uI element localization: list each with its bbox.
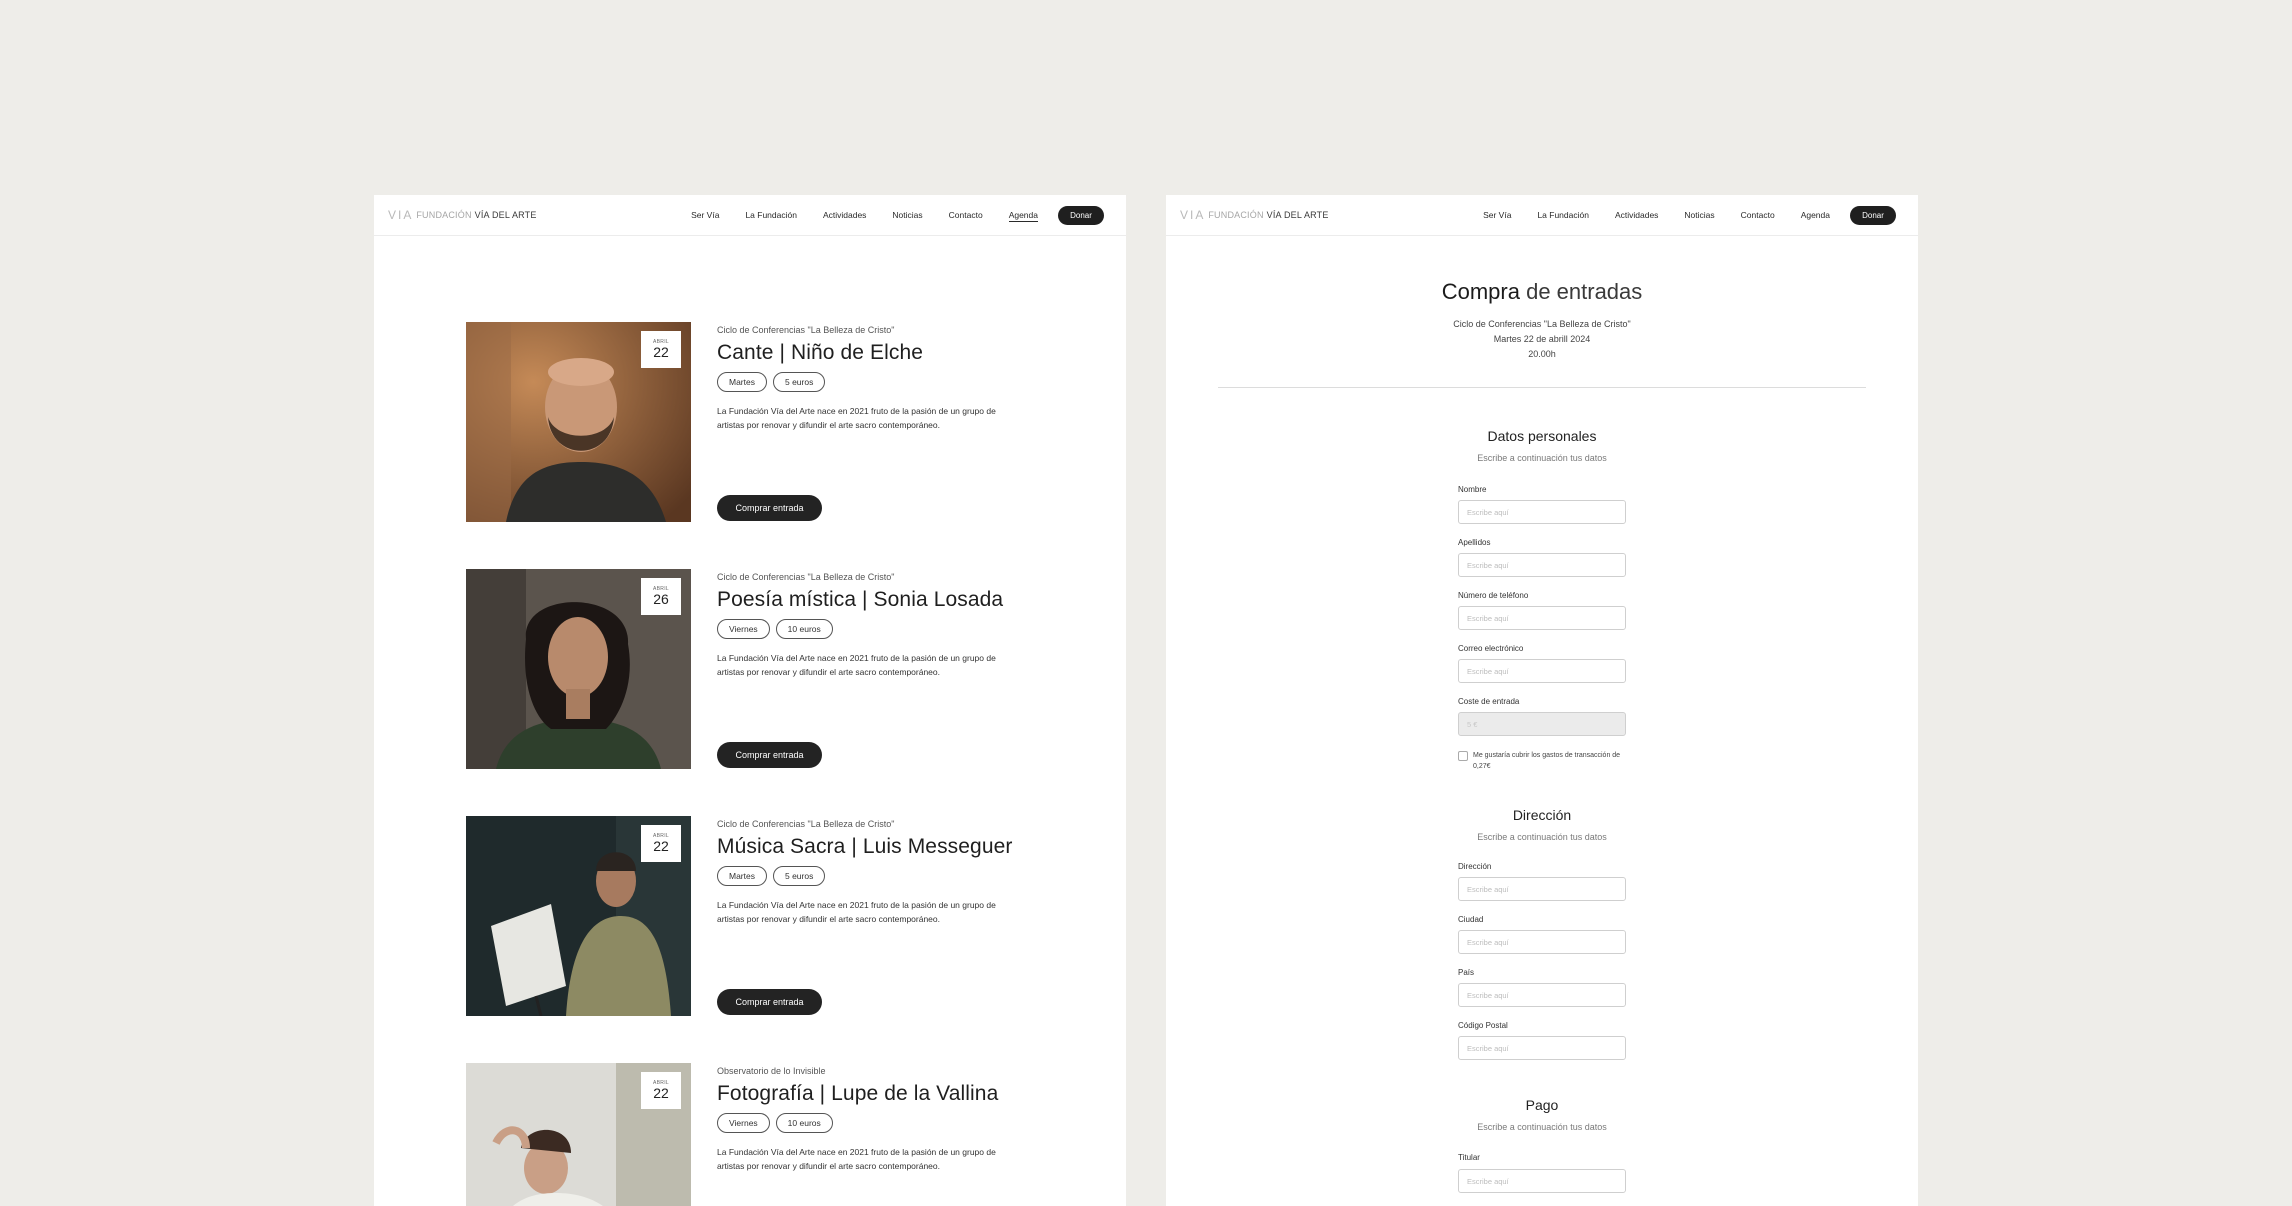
label-pais: País bbox=[1458, 968, 1475, 977]
label-direccion: Dirección bbox=[1458, 862, 1492, 871]
divider bbox=[1218, 387, 1866, 388]
buy-ticket-button[interactable]: Comprar entrada bbox=[717, 495, 822, 521]
event-series: Observatorio de lo Invisible bbox=[717, 1066, 826, 1076]
logo-mark: VIA bbox=[1180, 208, 1206, 222]
date-badge: ABRIL 22 bbox=[641, 1072, 681, 1109]
input-titular[interactable]: Escribe aquí bbox=[1458, 1169, 1626, 1193]
ticket-purchase-page: VIA FUNDACIÓN VÍA DEL ARTE Ser Vía La Fu… bbox=[1166, 195, 1918, 1206]
date-badge: ABRIL 22 bbox=[641, 331, 681, 368]
nav-links: Ser Vía La Fundación Actividades Noticia… bbox=[665, 210, 1038, 222]
nav-noticias[interactable]: Noticias bbox=[892, 210, 922, 222]
navbar: VIA FUNDACIÓN VÍA DEL ARTE Ser Vía La Fu… bbox=[374, 195, 1126, 236]
label-telefono: Número de teléfono bbox=[1458, 591, 1529, 600]
event-series: Ciclo de Conferencias "La Belleza de Cri… bbox=[1453, 319, 1631, 329]
input-correo[interactable]: Escribe aquí bbox=[1458, 659, 1626, 683]
tag-price: 10 euros bbox=[775, 1113, 833, 1133]
input-ciudad[interactable]: Escribe aquí bbox=[1458, 930, 1626, 954]
event-description: La Fundación Vía del Arte nace en 2021 f… bbox=[717, 1147, 996, 1171]
input-telefono[interactable]: Escribe aquí bbox=[1458, 606, 1626, 630]
event-title[interactable]: Fotografía | Lupe de la Vallina bbox=[717, 1082, 1057, 1106]
event-card: ABRIL 22 Observatorio de lo Invisible Fo… bbox=[466, 1063, 1066, 1206]
buy-ticket-button[interactable]: Comprar entrada bbox=[717, 989, 822, 1015]
date-badge: ABRIL 22 bbox=[641, 825, 681, 862]
label-codigo-postal: Código Postal bbox=[1458, 1021, 1508, 1030]
date-day: 22 bbox=[653, 1085, 669, 1101]
logo-mark: VIA bbox=[388, 208, 414, 222]
tag-price: 5 euros bbox=[772, 866, 826, 886]
logo[interactable]: VIA FUNDACIÓN VÍA DEL ARTE bbox=[388, 208, 537, 222]
date-day: 22 bbox=[653, 838, 669, 854]
event-card: ABRIL 22 Ciclo de Conferencias "La Belle… bbox=[466, 322, 1066, 522]
input-direccion[interactable]: Escribe aquí bbox=[1458, 877, 1626, 901]
tag-price: 5 euros bbox=[772, 372, 826, 392]
nav-agenda[interactable]: Agenda bbox=[1008, 210, 1038, 222]
tag-day: Martes bbox=[717, 866, 767, 886]
nav-links: Ser Vía La Fundación Actividades Noticia… bbox=[1457, 210, 1830, 220]
tag-day: Viernes bbox=[717, 619, 770, 639]
logo[interactable]: VIA FUNDACIÓN VÍA DEL ARTE bbox=[1180, 208, 1329, 222]
event-title[interactable]: Música Sacra | Luis Messeguer bbox=[717, 835, 1057, 859]
event-description: La Fundación Vía del Arte nace en 2021 f… bbox=[717, 406, 996, 430]
event-description: La Fundación Vía del Arte nace en 2021 f… bbox=[717, 653, 996, 677]
date-day: 22 bbox=[653, 344, 669, 360]
nav-agenda[interactable]: Agenda bbox=[1801, 210, 1830, 220]
nav-contacto[interactable]: Contacto bbox=[949, 210, 983, 222]
logo-name: VÍA DEL ARTE bbox=[1266, 210, 1329, 220]
input-nombre[interactable]: Escribe aquí bbox=[1458, 500, 1626, 524]
tag-price: 10 euros bbox=[775, 619, 833, 639]
label-correo: Correo electrónico bbox=[1458, 644, 1524, 653]
input-pais[interactable]: Escribe aquí bbox=[1458, 983, 1626, 1007]
event-summary: Ciclo de Conferencias "La Belleza de Cri… bbox=[1166, 317, 1918, 362]
logo-name: VÍA DEL ARTE bbox=[474, 210, 537, 220]
nav-actividades[interactable]: Actividades bbox=[1615, 210, 1658, 220]
title-bold: Compra bbox=[1441, 279, 1520, 304]
section-subtitle-address: Escribe a continuación tus datos bbox=[1477, 832, 1607, 842]
event-card: ABRIL 26 Ciclo de Conferencias "La Belle… bbox=[466, 569, 1066, 769]
logo-fundacion: FUNDACIÓN bbox=[1208, 210, 1264, 220]
event-description: La Fundación Vía del Arte nace en 2021 f… bbox=[717, 900, 996, 924]
transaction-fee-checkbox[interactable] bbox=[1458, 751, 1468, 761]
nav-la-fundacion[interactable]: La Fundación bbox=[745, 210, 797, 222]
event-title[interactable]: Cante | Niño de Elche bbox=[717, 341, 1057, 365]
input-apellidos[interactable]: Escribe aquí bbox=[1458, 553, 1626, 577]
event-series: Ciclo de Conferencias "La Belleza de Cri… bbox=[717, 572, 895, 582]
event-date: Martes 22 de abrill 2024 bbox=[1493, 334, 1591, 344]
event-time: 20.00h bbox=[1528, 349, 1556, 359]
navbar: VIA FUNDACIÓN VÍA DEL ARTE Ser Vía La Fu… bbox=[1166, 195, 1918, 236]
section-title-payment: Pago bbox=[1525, 1097, 1559, 1113]
date-badge: ABRIL 26 bbox=[641, 578, 681, 615]
tag-day: Viernes bbox=[717, 1113, 770, 1133]
buy-ticket-button[interactable]: Comprar entrada bbox=[717, 742, 822, 768]
input-coste: 5 € bbox=[1458, 712, 1626, 736]
donate-button[interactable]: Donar bbox=[1058, 206, 1104, 225]
nav-actividades[interactable]: Actividades bbox=[823, 210, 866, 222]
event-title[interactable]: Poesía mística | Sonia Losada bbox=[717, 588, 1057, 612]
logo-fundacion: FUNDACIÓN bbox=[416, 210, 472, 220]
event-series: Ciclo de Conferencias "La Belleza de Cri… bbox=[717, 819, 895, 829]
label-apellidos: Apellidos bbox=[1458, 538, 1491, 547]
agenda-page: VIA FUNDACIÓN VÍA DEL ARTE Ser Vía La Fu… bbox=[374, 195, 1126, 1206]
nav-noticias[interactable]: Noticias bbox=[1684, 210, 1714, 220]
section-title-personal: Datos personales bbox=[1487, 428, 1597, 444]
label-titular: Titular bbox=[1458, 1153, 1480, 1162]
event-card: ABRIL 22 Ciclo de Conferencias "La Belle… bbox=[466, 816, 1066, 1016]
nav-ser-via[interactable]: Ser Vía bbox=[691, 210, 719, 222]
transaction-fee-label: Me gustaría cubrir los gastos de transac… bbox=[1473, 752, 1621, 770]
event-series: Ciclo de Conferencias "La Belleza de Cri… bbox=[717, 325, 895, 335]
donate-button[interactable]: Donar bbox=[1850, 206, 1896, 225]
nav-la-fundacion[interactable]: La Fundación bbox=[1537, 210, 1589, 220]
input-codigo-postal[interactable]: Escribe aquí bbox=[1458, 1036, 1626, 1060]
tag-day: Martes bbox=[717, 372, 767, 392]
date-day: 26 bbox=[653, 591, 669, 607]
nav-contacto[interactable]: Contacto bbox=[1741, 210, 1775, 220]
title-light: de entradas bbox=[1526, 279, 1643, 304]
label-ciudad: Ciudad bbox=[1458, 915, 1484, 924]
label-nombre: Nombre bbox=[1458, 485, 1487, 494]
section-subtitle-personal: Escribe a continuación tus datos bbox=[1477, 453, 1607, 463]
section-title-address: Dirección bbox=[1512, 807, 1572, 823]
label-coste: Coste de entrada bbox=[1458, 697, 1520, 706]
nav-ser-via[interactable]: Ser Vía bbox=[1483, 210, 1511, 220]
section-subtitle-payment: Escribe a continuación tus datos bbox=[1477, 1122, 1607, 1132]
page-title: Compra de entradas bbox=[1166, 279, 1918, 305]
